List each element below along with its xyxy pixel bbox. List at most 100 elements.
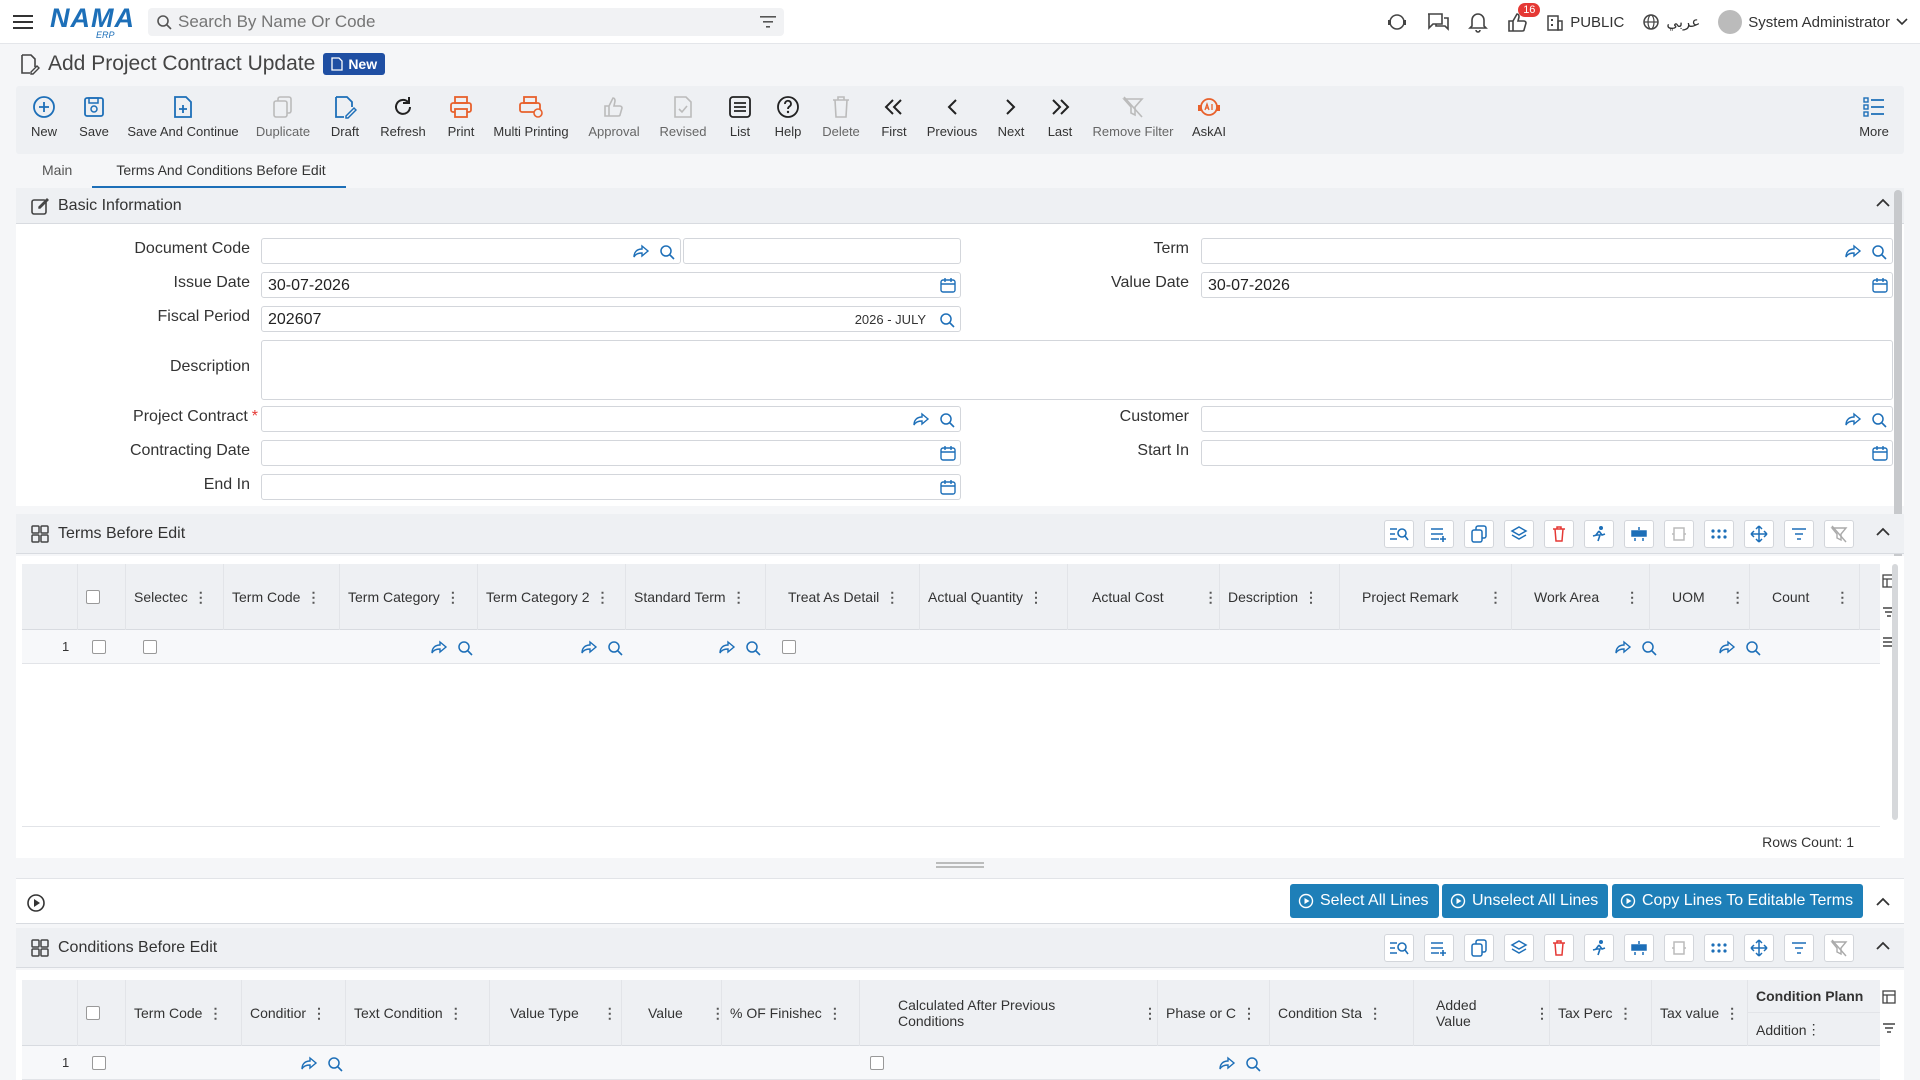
grid-delete-button[interactable] [1544, 934, 1574, 962]
row-checkbox[interactable] [92, 1056, 106, 1070]
search-input[interactable] [178, 12, 738, 32]
grid-search-button[interactable] [1384, 934, 1414, 962]
column-header[interactable]: Term Code ⋮ [224, 564, 340, 630]
term-category-lookup[interactable] [430, 639, 474, 657]
column-header[interactable]: Addition ⋮ [1748, 1013, 1880, 1046]
column-menu-icon[interactable]: ⋮ [603, 1005, 617, 1022]
column-menu-icon[interactable]: ⋮ [1835, 589, 1849, 606]
grid-remove-filter-button[interactable] [1824, 520, 1854, 548]
grid-run-button[interactable] [1584, 520, 1614, 548]
menu-icon[interactable] [12, 11, 34, 33]
column-menu-icon[interactable]: ⋮ [1488, 589, 1502, 606]
grid-merge-button[interactable] [1624, 934, 1654, 962]
chevron-up-icon[interactable] [1876, 941, 1890, 951]
grid-remove-filter-button[interactable] [1824, 934, 1854, 962]
column-header[interactable]: Text Condition ⋮ [346, 980, 490, 1046]
column-header[interactable]: Count ⋮ [1750, 564, 1860, 630]
column-menu-icon[interactable]: ⋮ [1535, 1005, 1549, 1022]
selected-checkbox[interactable] [143, 640, 157, 654]
grid-expand-button[interactable] [1664, 934, 1694, 962]
grid-filter-button[interactable] [1784, 934, 1814, 962]
grid-copy-button[interactable] [1464, 934, 1494, 962]
term-category-2-lookup[interactable] [580, 639, 624, 657]
description-textarea[interactable] [261, 340, 1893, 400]
grid-expand-button[interactable] [1664, 520, 1694, 548]
column-header[interactable]: Value Type ⋮ [490, 980, 622, 1046]
column-menu-icon[interactable]: ⋮ [208, 1005, 222, 1022]
phase-lookup[interactable] [1218, 1055, 1262, 1073]
filter-icon[interactable] [1882, 1022, 1896, 1034]
column-menu-icon[interactable]: ⋮ [306, 589, 320, 606]
column-header[interactable]: Treat As Detail ⋮ [766, 564, 920, 630]
column-header[interactable]: Condition Sta ⋮ [1270, 980, 1414, 1046]
public-company-selector[interactable]: PUBLIC [1546, 13, 1624, 31]
play-circle-icon[interactable] [26, 893, 46, 913]
tab-terms-and-conditions-before-edit[interactable]: Terms And Conditions Before Edit [92, 160, 346, 188]
column-menu-icon[interactable]: ⋮ [1304, 589, 1318, 606]
value-date-field[interactable]: 30-07-2026 [1201, 272, 1893, 298]
columns-icon[interactable] [1882, 990, 1896, 1004]
grid-run-button[interactable] [1584, 934, 1614, 962]
grid-dots-button[interactable] [1704, 934, 1734, 962]
project-contract-field[interactable] [261, 406, 961, 432]
term-field[interactable] [1201, 238, 1893, 264]
grid-search-button[interactable] [1384, 520, 1414, 548]
table-row[interactable]: 1 [22, 630, 1880, 664]
chevron-up-icon[interactable] [1876, 527, 1890, 537]
select-all-lines-button[interactable]: Select All Lines [1290, 884, 1439, 918]
grid-move-button[interactable] [1744, 520, 1774, 548]
user-menu[interactable]: System Administrator [1718, 10, 1908, 34]
standard-term-lookup[interactable] [718, 639, 762, 657]
multi-printing-button[interactable]: Multi Printing [486, 94, 576, 139]
column-menu-icon[interactable]: ⋮ [732, 589, 746, 606]
notifications-button[interactable]: 16 [1506, 3, 1541, 33]
grid-copy-button[interactable] [1464, 520, 1494, 548]
grid-add-row-button[interactable] [1424, 520, 1454, 548]
column-menu-icon[interactable]: ⋮ [446, 589, 460, 606]
column-menu-icon[interactable]: ⋮ [1625, 589, 1639, 606]
column-header[interactable]: Actual Cost ⋮ [1068, 564, 1220, 630]
column-menu-icon[interactable]: ⋮ [194, 589, 208, 606]
language-selector[interactable]: عربي [1642, 13, 1700, 31]
column-header[interactable]: Standard Term ⋮ [626, 564, 766, 630]
column-header[interactable]: Added Value ⋮ [1414, 980, 1550, 1046]
unselect-all-lines-button[interactable]: Unselect All Lines [1442, 884, 1609, 918]
column-header[interactable]: Tax Perc ⋮ [1550, 980, 1652, 1046]
copy-lines-to-editable-terms-button[interactable]: Copy Lines To Editable Terms [1612, 884, 1864, 918]
column-header[interactable]: Actual Quantity ⋮ [920, 564, 1068, 630]
chevron-up-icon[interactable] [1876, 198, 1890, 208]
column-menu-icon[interactable]: ⋮ [1731, 589, 1745, 606]
column-header[interactable]: Project Remark ⋮ [1340, 564, 1512, 630]
grid-add-row-button[interactable] [1424, 934, 1454, 962]
contracting-date-field[interactable] [261, 440, 961, 466]
column-menu-icon[interactable]: ⋮ [1204, 589, 1218, 606]
search-box[interactable] [148, 8, 784, 36]
column-menu-icon[interactable]: ⋮ [1242, 1005, 1256, 1022]
column-header[interactable]: Selectec ⋮ [126, 564, 224, 630]
chat-icon[interactable] [1426, 11, 1450, 33]
save-and-continue-button[interactable]: Save And Continue [127, 94, 239, 139]
issue-date-field[interactable]: 30-07-2026 [261, 272, 961, 298]
column-menu-icon[interactable]: ⋮ [1368, 1005, 1382, 1022]
column-header[interactable]: % OF Finishec ⋮ [722, 980, 860, 1046]
filter-icon[interactable] [760, 15, 776, 29]
calculated-after-checkbox[interactable] [870, 1056, 884, 1070]
column-menu-icon[interactable]: ⋮ [885, 589, 899, 606]
grid-scrollbar[interactable] [1892, 564, 1898, 820]
start-in-field[interactable] [1201, 440, 1893, 466]
column-group-header[interactable]: Condition Plann [1748, 980, 1880, 1013]
customer-field[interactable] [1201, 406, 1893, 432]
grid-filter-button[interactable] [1784, 520, 1814, 548]
column-header[interactable]: Tax value ⋮ [1652, 980, 1748, 1046]
column-header[interactable]: Phase or C ⋮ [1158, 980, 1270, 1046]
end-in-field[interactable] [261, 474, 961, 500]
work-area-lookup[interactable] [1614, 639, 1658, 657]
treat-as-detail-checkbox[interactable] [782, 640, 796, 654]
tab-main[interactable]: Main [16, 160, 92, 188]
column-menu-icon[interactable]: ⋮ [1618, 1005, 1632, 1022]
column-header[interactable]: UOM ⋮ [1650, 564, 1750, 630]
document-code-field[interactable] [261, 238, 681, 264]
column-menu-icon[interactable]: ⋮ [1725, 1005, 1739, 1022]
column-menu-icon[interactable]: ⋮ [595, 589, 609, 606]
ai-assistant-icon[interactable] [1386, 11, 1408, 33]
